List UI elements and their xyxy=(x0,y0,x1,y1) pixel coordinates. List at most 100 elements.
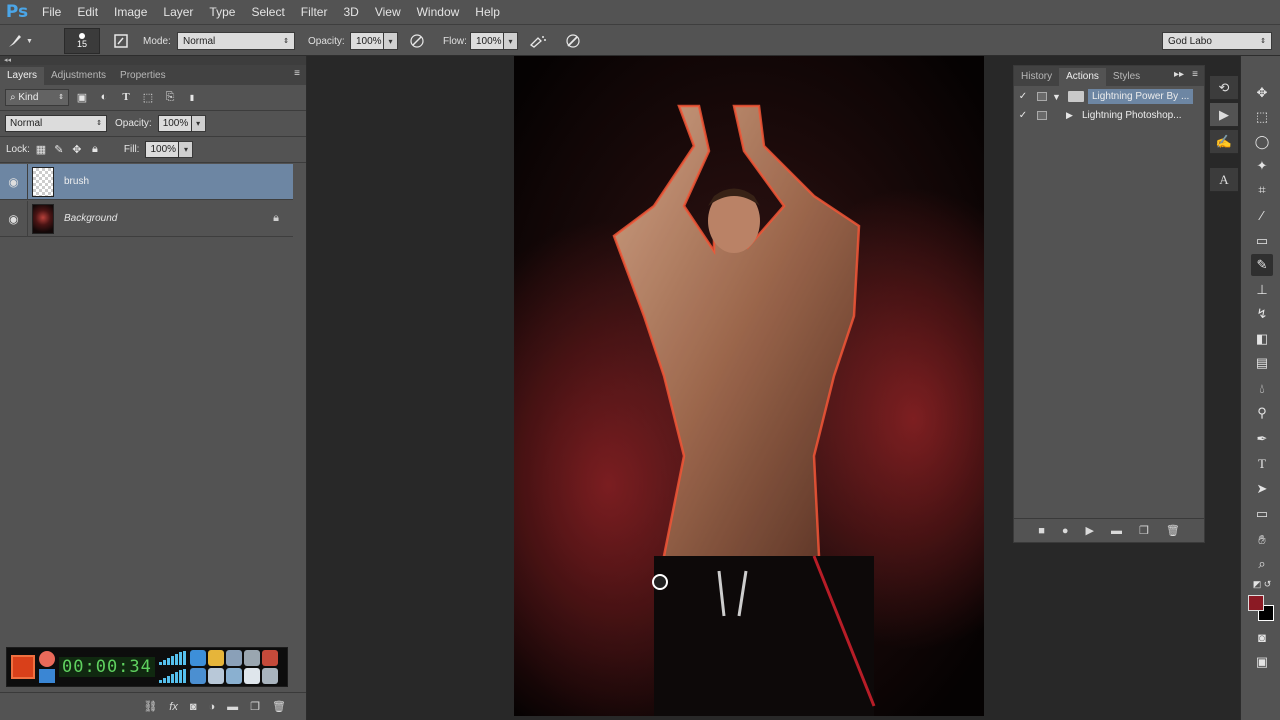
lock-all-icon[interactable]: 🔒︎ xyxy=(86,141,104,158)
record-icon[interactable]: ● xyxy=(1062,525,1069,537)
tab-history[interactable]: History xyxy=(1014,68,1059,86)
eraser-tool-icon[interactable]: ◧ xyxy=(1251,328,1273,350)
filter-kind-select[interactable]: ⌕ Kind ⇕ xyxy=(5,88,69,106)
path-select-tool-icon[interactable]: ➤ xyxy=(1251,478,1273,500)
new-action-icon[interactable]: ❐ xyxy=(1139,524,1149,537)
delete-trash-icon[interactable]: 🗑︎ xyxy=(272,700,286,713)
fill-dropdown-icon[interactable]: ▾ xyxy=(179,140,194,158)
filter-type-icon[interactable]: T xyxy=(117,89,135,106)
visibility-eye-icon[interactable]: ◉ xyxy=(0,163,28,200)
screen-mode-icon[interactable]: ▣ xyxy=(1251,651,1273,673)
canvas-area[interactable] xyxy=(307,56,1013,720)
monitor-icon[interactable] xyxy=(243,668,260,684)
tab-styles[interactable]: Styles xyxy=(1106,68,1147,86)
layer-opacity-dropdown-icon[interactable]: ▾ xyxy=(191,114,206,132)
tab-layers[interactable]: Layers xyxy=(0,67,45,85)
action-set-row[interactable]: ✓ ▼ Lightning Power By ... xyxy=(1014,87,1204,106)
menu-view[interactable]: View xyxy=(367,0,409,24)
move-tool-icon[interactable]: ✥ xyxy=(1251,82,1273,104)
close-icon[interactable] xyxy=(261,650,278,666)
action-row[interactable]: ✓ ▶ Lightning Photoshop... xyxy=(1014,106,1204,125)
tab-properties[interactable]: Properties xyxy=(113,67,173,85)
dialog-toggle-icon[interactable] xyxy=(1037,111,1047,120)
capture-icon[interactable] xyxy=(207,668,224,684)
filter-shape-icon[interactable]: ⬚ xyxy=(139,89,157,106)
filter-toggle-icon[interactable]: ▮ xyxy=(183,89,201,106)
cursor-icon[interactable] xyxy=(189,668,206,684)
document-canvas[interactable] xyxy=(514,56,984,716)
brush-tool-icon[interactable]: ✎ xyxy=(1251,254,1273,276)
default-colors-icon[interactable]: ◩ ↺ xyxy=(1251,577,1273,591)
pressure-opacity-toggle[interactable] xyxy=(406,31,428,51)
new-set-folder-icon[interactable]: ▬ xyxy=(1111,525,1122,537)
opacity-input[interactable]: 100% ▾ xyxy=(350,31,398,51)
healing-brush-tool-icon[interactable]: ▭ xyxy=(1251,230,1273,252)
menu-layer[interactable]: Layer xyxy=(155,0,201,24)
collapse-panel-icon[interactable]: ◂◂ xyxy=(0,56,306,65)
delete-trash-icon[interactable]: 🗑︎ xyxy=(1166,524,1180,537)
add-mask-icon[interactable]: ◙ xyxy=(190,701,197,713)
folder-icon[interactable] xyxy=(207,650,224,666)
actions-panel-icon[interactable]: ▶ xyxy=(1210,103,1238,127)
flow-dropdown-icon[interactable]: ▾ xyxy=(504,32,518,50)
region-icon[interactable] xyxy=(225,668,242,684)
layer-opacity-input[interactable]: 100% xyxy=(157,114,192,132)
visibility-eye-icon[interactable]: ◉ xyxy=(0,200,28,237)
pen-tool-icon[interactable]: ✒ xyxy=(1251,428,1273,450)
window-icon[interactable] xyxy=(261,668,278,684)
tab-adjustments[interactable]: Adjustments xyxy=(44,67,113,85)
stop-icon[interactable]: ■ xyxy=(1038,525,1045,537)
crop-tool-icon[interactable]: ⌗ xyxy=(1251,179,1273,201)
workspace-select[interactable]: God Labo ⇕ xyxy=(1162,31,1272,51)
lasso-tool-icon[interactable]: ◯ xyxy=(1251,131,1273,153)
menu-image[interactable]: Image xyxy=(106,0,155,24)
flow-input[interactable]: 100% ▾ xyxy=(470,31,518,51)
menu-select[interactable]: Select xyxy=(243,0,292,24)
quick-select-tool-icon[interactable]: ✦ xyxy=(1251,155,1273,177)
filter-smart-object-icon[interactable]: ⎘ xyxy=(161,89,179,106)
expand-triangle-right-icon[interactable]: ▶ xyxy=(1066,110,1078,121)
layer-row-background[interactable]: ◉ Background 🔒︎ xyxy=(0,200,293,237)
adjustment-layer-icon[interactable]: ◑ xyxy=(209,701,216,713)
new-layer-icon[interactable]: ❐ xyxy=(250,700,260,713)
menu-window[interactable]: Window xyxy=(409,0,468,24)
new-group-folder-icon[interactable]: ▬ xyxy=(227,701,238,713)
dialog-toggle-icon[interactable] xyxy=(1037,92,1047,101)
tab-actions[interactable]: Actions xyxy=(1059,68,1106,86)
panel-menu-icon[interactable]: ≡ xyxy=(294,68,300,79)
expand-panel-icon[interactable]: ▸▸ xyxy=(1174,69,1184,80)
toggle-check-icon[interactable]: ✓ xyxy=(1014,91,1032,102)
settings-gear-icon[interactable] xyxy=(225,650,242,666)
lock-transparent-icon[interactable]: ▦ xyxy=(32,141,50,158)
menu-edit[interactable]: Edit xyxy=(69,0,106,24)
mode-select[interactable]: Normal ⇕ xyxy=(177,31,295,51)
tool-preset-picker[interactable]: ▼ xyxy=(4,31,33,51)
brush-panel-toggle[interactable] xyxy=(110,31,132,51)
airbrush-toggle[interactable] xyxy=(527,31,549,51)
panel-menu-icon[interactable]: ≡ xyxy=(1192,69,1198,80)
menu-filter[interactable]: Filter xyxy=(293,0,336,24)
type-tool-icon[interactable]: T xyxy=(1251,453,1273,475)
filter-adjustment-icon[interactable]: ◐ xyxy=(95,89,113,106)
blur-tool-icon[interactable]: 💧︎ xyxy=(1251,378,1273,400)
layer-style-fx-icon[interactable]: fx xyxy=(169,701,178,713)
alarm-clock-icon[interactable] xyxy=(39,651,55,667)
brush-presets-icon[interactable]: ✍ xyxy=(1210,130,1238,154)
menu-3d[interactable]: 3D xyxy=(335,0,366,24)
expand-triangle-down-icon[interactable]: ▼ xyxy=(1052,92,1064,102)
brush-draw-icon[interactable] xyxy=(243,650,260,666)
lock-position-icon[interactable]: ✥ xyxy=(68,141,86,158)
eyedropper-tool-icon[interactable]: ⁄ xyxy=(1251,204,1273,226)
menu-file[interactable]: File xyxy=(34,0,69,24)
filter-pixel-icon[interactable]: ▣ xyxy=(73,89,91,106)
hand-tool-icon[interactable]: ✋︎ xyxy=(1251,529,1273,551)
record-button[interactable] xyxy=(11,655,35,679)
toggle-check-icon[interactable]: ✓ xyxy=(1014,110,1032,121)
history-panel-icon[interactable]: ⟲ xyxy=(1210,76,1238,100)
brush-size-picker[interactable]: 15 xyxy=(64,28,100,54)
opacity-dropdown-icon[interactable]: ▾ xyxy=(384,32,398,50)
zoom-tool-icon[interactable]: ⌕ xyxy=(1251,553,1273,575)
webcam-icon[interactable] xyxy=(189,650,206,666)
rectangle-tool-icon[interactable]: ▭ xyxy=(1251,503,1273,525)
character-panel-icon[interactable]: A xyxy=(1210,168,1238,192)
